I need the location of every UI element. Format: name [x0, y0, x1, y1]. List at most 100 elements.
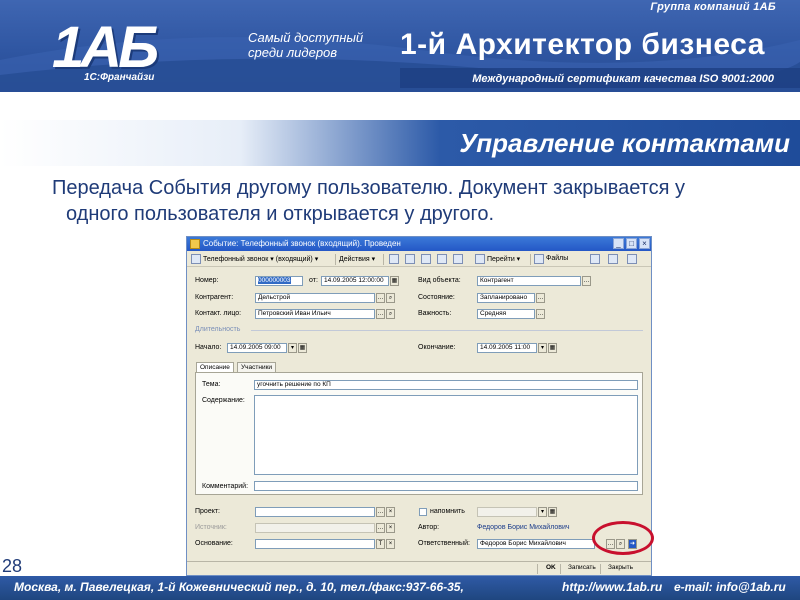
help-icon[interactable]	[627, 254, 637, 264]
highlight-circle	[592, 521, 654, 555]
toolbar-separator	[383, 254, 384, 265]
calendar-icon[interactable]: ▦	[548, 343, 557, 353]
footer-email-link[interactable]: e-mail: info@1ab.ru	[674, 580, 786, 594]
window-titlebar: Событие: Телефонный звонок (входящий). П…	[187, 237, 651, 251]
state-field[interactable]: Запланировано	[477, 293, 535, 303]
event-type-menu[interactable]: Телефонный звонок ▾ (входящий) ▾	[203, 255, 318, 263]
select-button[interactable]: …	[536, 293, 545, 303]
button-separator	[600, 564, 601, 574]
start-field[interactable]: 14.09.2005 09:00	[227, 343, 287, 353]
clear-icon: ×	[386, 523, 395, 533]
date-field[interactable]: 14.09.2005 12:00:00	[321, 276, 389, 286]
object-kind-label: Вид объекта:	[418, 277, 461, 284]
author-label: Автор:	[418, 524, 440, 531]
importance-field[interactable]: Средняя	[477, 309, 535, 319]
group-name: Группа компаний 1АБ	[650, 1, 776, 13]
tab-participants[interactable]: Участники	[237, 362, 277, 372]
window-button-bar: OK Записать Закрыть	[187, 561, 651, 575]
maximize-icon[interactable]: □	[626, 238, 637, 249]
number-label: Номер:	[195, 277, 219, 284]
close-button[interactable]: Закрыть	[605, 564, 636, 574]
select-button[interactable]: …	[376, 293, 385, 303]
close-icon[interactable]: ×	[639, 238, 650, 249]
unpost-icon[interactable]	[405, 254, 415, 264]
structure-icon[interactable]	[421, 254, 431, 264]
number-value: 000000003	[258, 277, 291, 284]
goto-menu[interactable]: Перейти ▾	[487, 255, 520, 263]
based-on-icon[interactable]	[453, 254, 463, 264]
project-label: Проект:	[195, 508, 221, 515]
calendar-icon[interactable]: ▦	[390, 276, 399, 286]
basis-label: Основание:	[195, 540, 233, 547]
basis-field[interactable]	[255, 539, 375, 549]
ok-button[interactable]: OK	[543, 564, 559, 574]
number-field[interactable]: 000000003	[255, 276, 303, 286]
write-button[interactable]: Записать	[565, 564, 599, 574]
end-label: Окончание:	[418, 344, 456, 351]
remind-date-field	[477, 507, 537, 517]
actions-menu[interactable]: Действия ▾	[339, 255, 375, 263]
slide-body-text: Передача События другому пользователю. Д…	[52, 177, 686, 225]
slide-title: Управление контактами	[459, 128, 790, 158]
select-button[interactable]: …	[582, 276, 591, 286]
project-field[interactable]	[255, 507, 375, 517]
page-number: 28	[2, 556, 23, 576]
comment-field[interactable]	[254, 481, 638, 491]
slogan: Самый доступный среди лидеров	[248, 30, 364, 60]
description-panel: Тема: угочнить решение по КП Содержание:…	[195, 372, 643, 495]
post-icon[interactable]	[389, 254, 399, 264]
source-label: Источник:	[195, 524, 227, 531]
event-type-icon	[191, 254, 201, 264]
document-icon	[190, 239, 200, 249]
open-icon[interactable]: ⌕	[386, 309, 395, 319]
button-separator	[537, 564, 538, 574]
button-separator	[560, 564, 561, 574]
remind-checkbox[interactable]	[419, 508, 427, 516]
responsible-label: Ответственный:	[418, 540, 470, 547]
footer-address: Москва, м. Павелецкая, 1-й Кожевнический…	[14, 580, 464, 594]
clear-icon[interactable]: ×	[386, 539, 395, 549]
select-button[interactable]: …	[376, 309, 385, 319]
date-label: от:	[309, 277, 318, 284]
toolbar-separator	[530, 254, 531, 265]
select-button[interactable]: …	[536, 309, 545, 319]
files-button[interactable]: Файлы	[546, 255, 568, 262]
type-icon[interactable]: T	[376, 539, 385, 549]
goto-icon	[475, 254, 485, 264]
object-kind-field[interactable]: Контрагент	[477, 276, 581, 286]
content-label: Содержание:	[202, 397, 245, 404]
comment-label: Комментарий:	[202, 483, 249, 490]
end-field[interactable]: 14.09.2005 11:00	[477, 343, 537, 353]
minimize-icon[interactable]: _	[613, 238, 624, 249]
source-field	[255, 523, 375, 533]
contact-person-label: Контакт. лицо:	[195, 310, 242, 317]
footer-website-link[interactable]: http://www.1ab.ru	[562, 580, 662, 594]
iso-certificate: Международный сертификат качества ISO 90…	[472, 73, 774, 85]
tab-description[interactable]: Описание	[196, 362, 234, 372]
toolbar-separator	[335, 254, 336, 265]
clear-icon[interactable]: ×	[386, 507, 395, 517]
select-button: …	[376, 523, 385, 533]
contractor-field[interactable]: Дельстрой	[255, 293, 375, 303]
calendar-icon[interactable]: ▦	[298, 343, 307, 353]
topic-field[interactable]: угочнить решение по КП	[254, 380, 638, 390]
brand-title: 1-й Архитектор бизнеса	[400, 28, 765, 61]
dropdown-icon[interactable]: ▾	[288, 343, 297, 353]
contact-person-field[interactable]: Петровский Иван Ильич	[255, 309, 375, 319]
responsible-field[interactable]: Федоров Борис Михайлович	[477, 539, 595, 549]
contractor-label: Контрагент:	[195, 294, 234, 301]
movement-icon[interactable]	[437, 254, 447, 264]
duration-section-label: Длительность	[195, 326, 241, 333]
files-icon	[534, 254, 544, 264]
open-icon[interactable]: ⌕	[386, 293, 395, 303]
section-divider	[251, 330, 643, 331]
logo-subtitle: 1С:Франчайзи	[84, 72, 155, 83]
dropdown-icon[interactable]: ▾	[538, 343, 547, 353]
email-icon[interactable]	[608, 254, 618, 264]
topic-label: Тема:	[202, 381, 221, 388]
print-icon[interactable]	[590, 254, 600, 264]
window-toolbar: Телефонный звонок ▾ (входящий) ▾ Действи…	[187, 252, 651, 267]
content-textarea[interactable]	[254, 395, 638, 475]
calendar-icon: ▦	[548, 507, 557, 517]
select-button[interactable]: …	[376, 507, 385, 517]
